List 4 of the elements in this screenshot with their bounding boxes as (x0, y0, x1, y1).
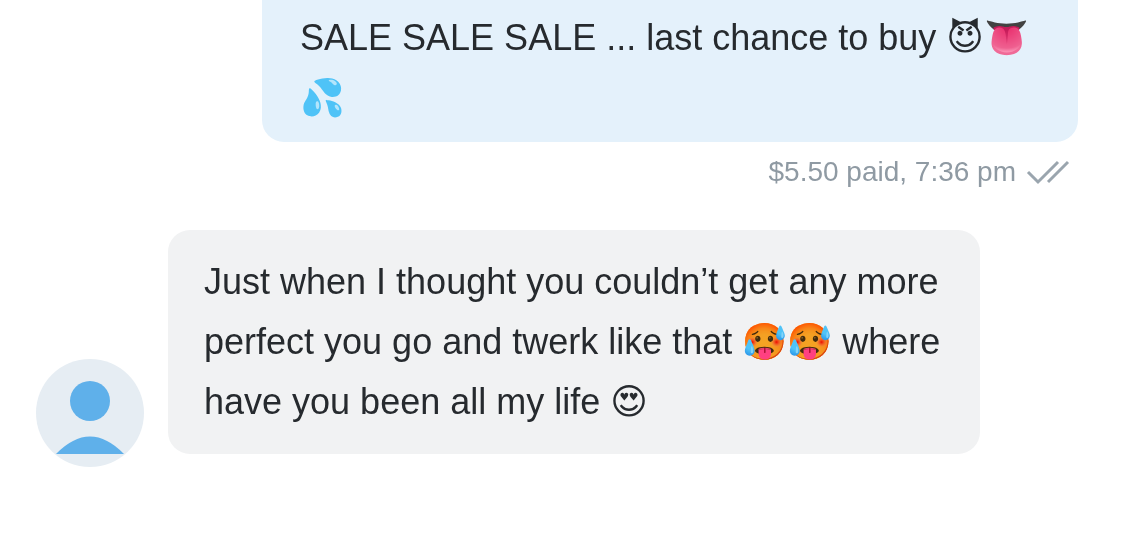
avatar-icon (36, 359, 144, 467)
message-meta: $5.50 paid, 7:36 pm (768, 156, 1016, 188)
message-text: Just when I thought you couldn’t get any more perfect you go and twerk like that 🥵🥵 where have you been all my life 😍 (204, 261, 941, 422)
message-text: SALE SALE SALE ... last chance to buy 😈👅💦 (300, 17, 1029, 118)
